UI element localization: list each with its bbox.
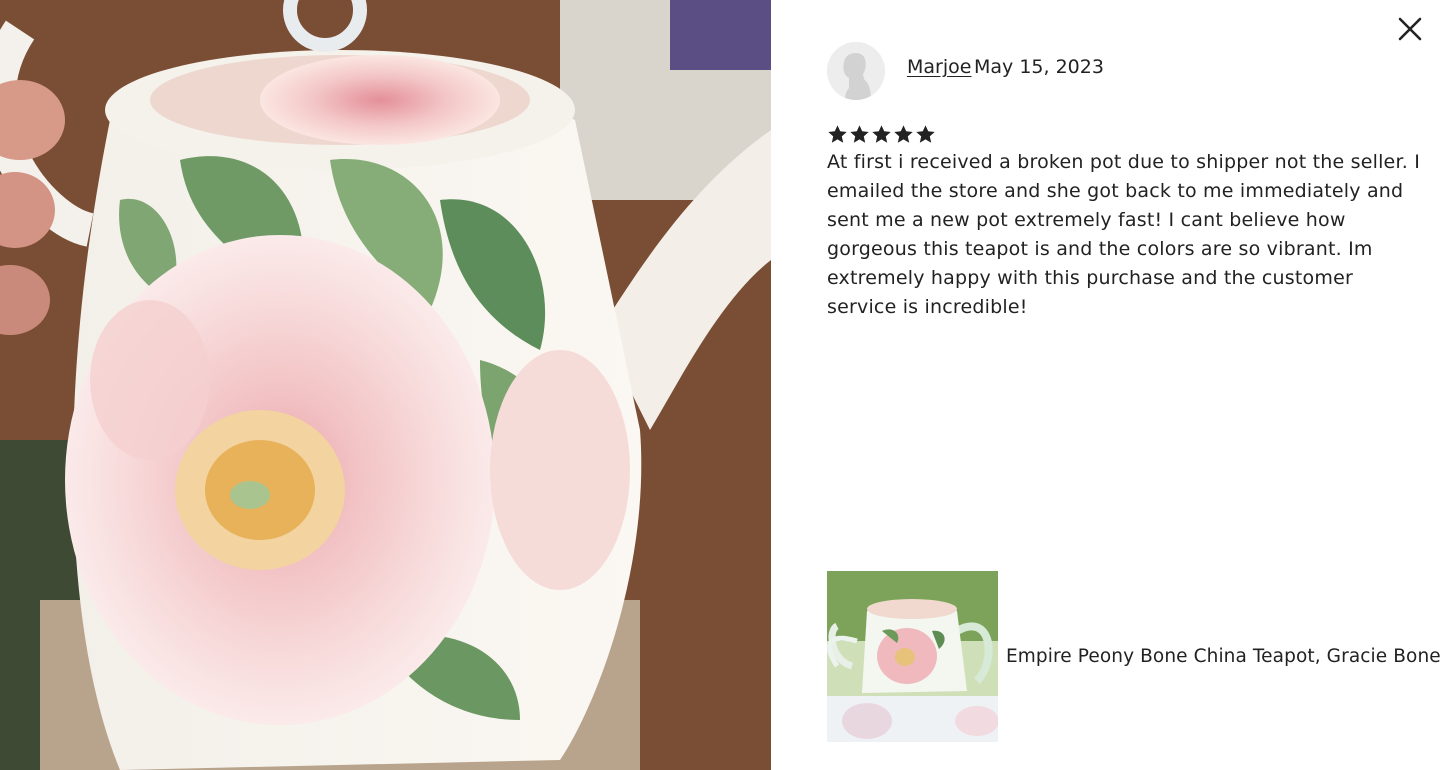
teapot-photo-illustration (0, 0, 771, 770)
review-panel: Marjoe May 15, 2023 At first i received … (771, 0, 1445, 770)
default-avatar-icon (827, 42, 885, 100)
star-icon (850, 125, 869, 143)
star-icon (916, 125, 935, 143)
close-button[interactable] (1393, 12, 1427, 46)
reviewer-name-link[interactable]: Marjoe (907, 56, 971, 78)
star-icon (872, 125, 891, 143)
product-link[interactable]: Empire Peony Bone China Teapot, Gracie B… (827, 571, 1445, 742)
product-thumbnail-image (827, 571, 998, 742)
star-icon (894, 125, 913, 143)
product-thumbnail[interactable] (827, 571, 998, 742)
star-rating (827, 124, 936, 145)
reviewer-avatar (827, 42, 885, 100)
product-title[interactable]: Empire Peony Bone China Teapot, Gracie B… (1006, 646, 1445, 667)
review-photo (0, 0, 771, 770)
review-text: At first i received a broken pot due to … (827, 151, 1420, 318)
star-icon (828, 125, 847, 143)
review-date: May 15, 2023 (974, 56, 1104, 78)
close-icon (1398, 17, 1422, 41)
